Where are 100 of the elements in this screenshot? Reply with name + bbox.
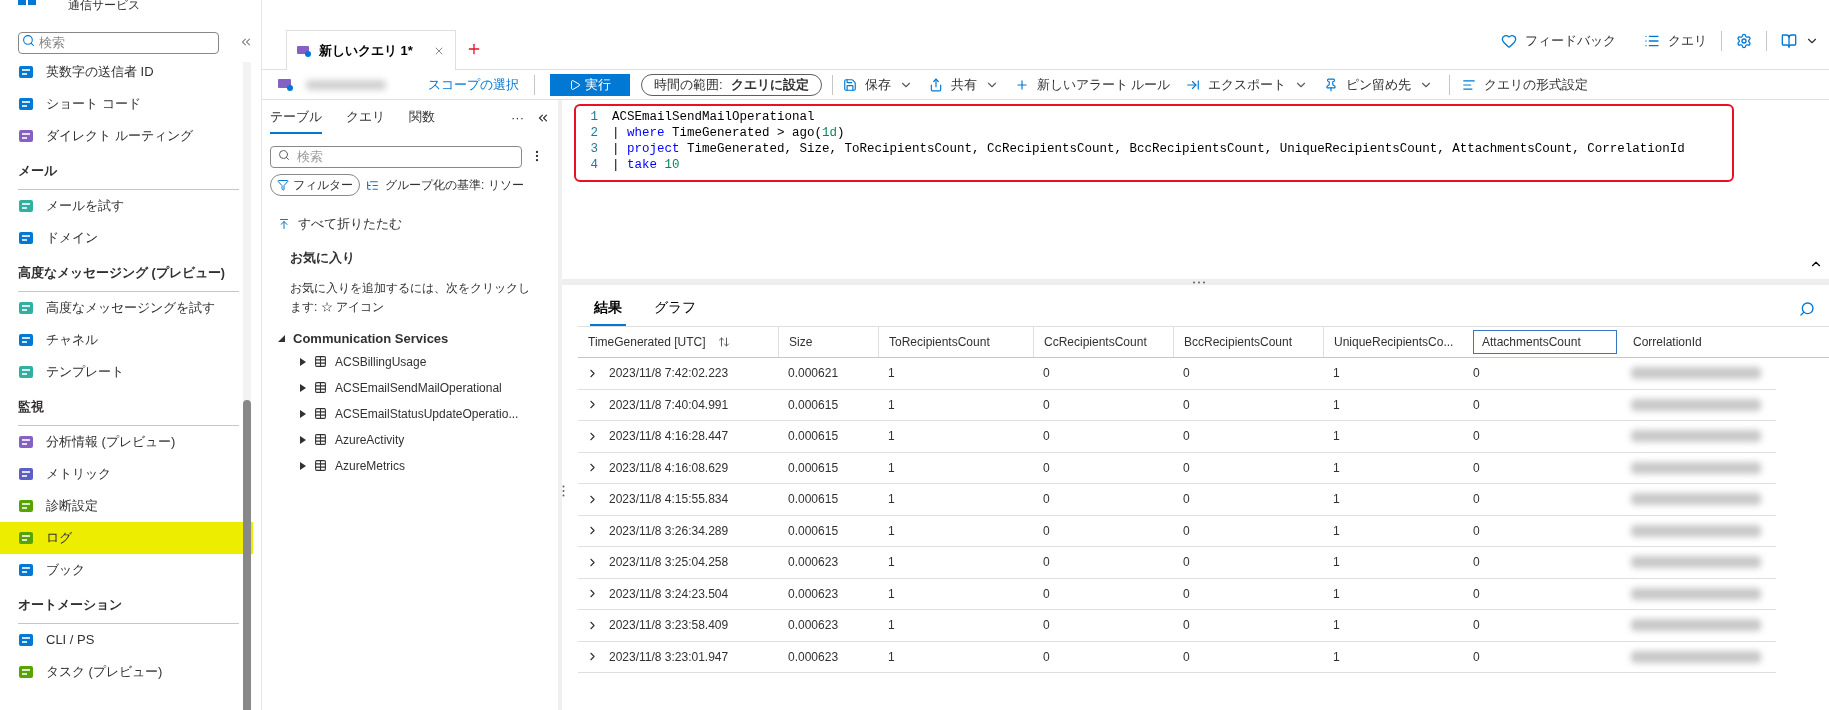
book-icon[interactable] xyxy=(1781,33,1797,49)
code-line: | where TimeGenerated > ago(1d) xyxy=(612,125,845,141)
results-tab[interactable]: 結果 xyxy=(590,291,626,326)
toolbar-action[interactable]: 保存 xyxy=(842,74,913,95)
query-editor[interactable] xyxy=(574,104,1734,182)
nav-item[interactable]: ショート コード xyxy=(18,88,239,120)
table-icon xyxy=(314,459,327,472)
column-header[interactable]: CorrelationId xyxy=(1633,330,1777,354)
collapse-all-button[interactable]: すべて折りたたむ xyxy=(278,214,550,234)
table-cell-text: 1 xyxy=(1333,365,1340,383)
nav-item[interactable]: CLI / PS xyxy=(18,624,239,656)
nav-item[interactable]: ログ xyxy=(0,522,253,554)
settings-icon[interactable] xyxy=(1736,33,1752,49)
splitter-handle-icon[interactable] xyxy=(1192,281,1206,284)
column-header[interactable]: AttachmentsCount xyxy=(1473,330,1617,354)
column-header[interactable]: CcRecipientsCount xyxy=(1044,330,1167,354)
column-header[interactable]: TimeGenerated [UTC] xyxy=(588,330,772,354)
nav-icon xyxy=(18,128,34,144)
table-cell-text: 0 xyxy=(1043,554,1050,572)
table-cell-text: 0 xyxy=(1043,365,1050,383)
nav-item[interactable]: メトリック xyxy=(18,458,239,490)
column-header[interactable]: UniqueRecipientsCo... xyxy=(1334,330,1457,354)
tree-table-item[interactable]: AzureActivity xyxy=(300,426,550,453)
nav-item[interactable]: ドメイン xyxy=(18,222,239,254)
query-icon xyxy=(297,44,311,57)
filter-icon xyxy=(277,179,289,191)
table-cell-text: 0 xyxy=(1043,648,1050,666)
section-header: 監視 xyxy=(18,399,44,417)
nav-item[interactable]: 診断設定 xyxy=(18,490,239,522)
nav-item[interactable]: 高度なメッセージングを試す xyxy=(18,292,239,324)
nav-item[interactable]: 分析情報 (プレビュー) xyxy=(18,426,239,458)
table-icon xyxy=(314,433,327,446)
schema-tab[interactable]: クエリ xyxy=(346,102,385,134)
pin-icon xyxy=(1324,77,1339,92)
more-options[interactable]: ··· xyxy=(511,108,524,128)
column-header[interactable]: Size xyxy=(789,330,872,354)
table-cell-text: 2023/11/8 3:23:01.947 xyxy=(609,648,729,666)
table-cell-text: 0 xyxy=(1043,522,1050,540)
table-cell-text: 0 xyxy=(1473,585,1480,603)
toolbar-action[interactable]: 共有 xyxy=(928,74,999,95)
favorites-title: お気に入り xyxy=(290,248,356,267)
search-field[interactable]: 検索 xyxy=(18,31,219,54)
nav-icon xyxy=(18,632,34,648)
toolbar-action[interactable]: クエリの形式設定 xyxy=(1462,74,1589,95)
table-cell-text: 0 xyxy=(1183,396,1190,414)
scope-link[interactable]: スコープの選択 xyxy=(428,74,519,95)
add-tab-icon[interactable] xyxy=(466,41,482,57)
table-cell-text: 1 xyxy=(888,648,895,666)
resize-handle-icon[interactable] xyxy=(562,485,565,497)
query-tab[interactable]: 新しいクエリ 1* xyxy=(286,30,456,70)
table-cell-text: 1 xyxy=(1333,648,1340,666)
toolbar-action[interactable]: ピン留め先 xyxy=(1324,74,1434,95)
table-cell-text: 0.000623 xyxy=(788,585,839,603)
collapse-icon[interactable] xyxy=(536,111,550,125)
schema-tab[interactable]: 関数 xyxy=(409,102,435,134)
table-cell-text: 1 xyxy=(1333,554,1340,572)
table-cell-text: 0 xyxy=(1183,617,1190,635)
nav-item[interactable]: テンプレート xyxy=(18,356,239,388)
list-icon xyxy=(1644,33,1660,49)
scrollbar[interactable] xyxy=(243,62,251,710)
table-cell-text: 1 xyxy=(888,522,895,540)
table-icon xyxy=(314,407,327,420)
table-cell-text: 2023/11/8 3:24:23.504 xyxy=(609,585,729,603)
nav-icon xyxy=(18,198,34,214)
tree-table-item[interactable]: AzureMetrics xyxy=(300,452,550,479)
sort-icon[interactable] xyxy=(717,336,730,348)
nav-item[interactable]: ブック xyxy=(18,554,239,586)
table-cell-text: 1 xyxy=(888,554,895,572)
play-icon xyxy=(569,78,581,91)
toolbar-action[interactable]: 新しいアラート ルール xyxy=(1014,74,1171,95)
results-tab[interactable]: グラフ xyxy=(650,291,700,326)
nav-item[interactable]: メールを試す xyxy=(18,190,239,222)
nav-item[interactable]: ダイレクト ルーティング xyxy=(18,120,239,152)
schema-tab[interactable]: テーブル xyxy=(270,102,322,134)
search-icon xyxy=(278,149,290,161)
feedback-link[interactable]: フィードバック xyxy=(1501,31,1616,51)
column-header[interactable]: ToRecipientsCount xyxy=(889,330,1027,354)
nav-item[interactable]: 英数字の送信者 ID xyxy=(18,56,239,88)
workspace-icon xyxy=(278,77,294,92)
group-by-label[interactable]: グループ化の基準: リソー xyxy=(385,176,524,194)
table-cell-text: 0.000623 xyxy=(788,554,839,572)
search-icon[interactable] xyxy=(1799,300,1815,317)
toolbar-action[interactable]: エクスポート xyxy=(1186,74,1309,95)
table-search-field[interactable]: 検索 xyxy=(270,145,522,168)
queries-link[interactable]: クエリ xyxy=(1644,31,1707,51)
table-cell-text: 0 xyxy=(1473,365,1480,383)
column-header[interactable]: BccRecipientsCount xyxy=(1184,330,1317,354)
tree-table-item[interactable]: ACSEmailSendMailOperational xyxy=(300,374,550,401)
line-number: 3 xyxy=(589,141,599,157)
run-button[interactable]: 実行 xyxy=(550,73,630,96)
tree-table-item[interactable]: ACSBillingUsage xyxy=(300,348,550,375)
section-header: メール xyxy=(18,163,57,181)
nav-icon xyxy=(18,530,34,546)
table-cell-text: 0 xyxy=(1183,648,1190,666)
tree-group[interactable]: Communication Services xyxy=(278,329,550,349)
nav-item[interactable]: チャネル xyxy=(18,324,239,356)
nav-icon xyxy=(18,466,34,482)
nav-item[interactable]: タスク (プレビュー) xyxy=(18,656,239,688)
table-cell-text: 2023/11/8 3:25:04.258 xyxy=(609,554,729,572)
tree-table-item[interactable]: ACSEmailStatusUpdateOperatio... xyxy=(300,400,550,427)
